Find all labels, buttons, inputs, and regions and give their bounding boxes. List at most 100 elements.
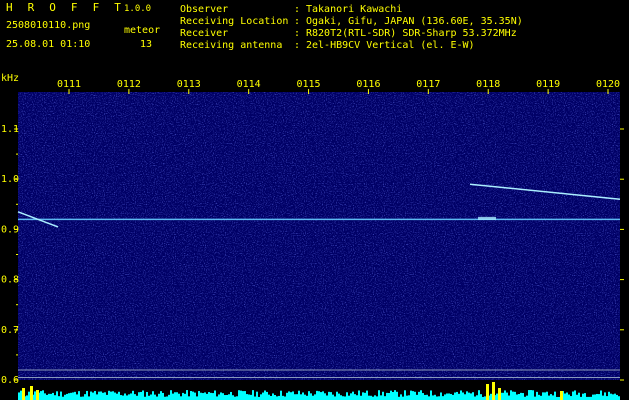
level-bar [546,391,548,400]
level-bar [240,390,242,400]
level-bar [160,391,162,400]
level-bar [210,392,212,400]
antenna-value: 2el-HB9CV Vertical (el. E-W) [306,40,475,51]
location-key: Receiving Location [180,16,289,27]
level-bar [462,392,464,400]
level-bar [34,391,36,400]
spectrogram-chart: 0111 0112 0113 0114 0115 0116 0117 0118 0119 0120… [1,79,624,400]
level-bar [440,392,442,400]
level-bar [148,395,150,400]
level-bar [112,391,114,400]
level-bar [212,393,214,400]
level-bar [606,396,608,400]
level-bar [94,391,96,400]
x-tick-label-5: 0116 [356,79,380,90]
level-bar [302,392,304,400]
level-peak-3 [486,384,489,400]
level-bar [418,391,420,400]
level-bar [422,393,424,400]
level-bar [426,394,428,400]
level-bar [238,390,240,400]
level-bar [50,393,52,400]
level-bar [448,393,450,400]
level-bar [472,392,474,400]
level-bar [554,391,556,400]
level-bar [214,390,216,400]
level-bar [374,395,376,400]
level-bar [278,395,280,400]
level-bar [244,391,246,400]
level-bar [184,393,186,400]
x-tick-label-7: 0118 [476,79,500,90]
level-bar [452,394,454,400]
level-bar [602,395,604,400]
level-bar [150,394,152,400]
level-bar [330,392,332,400]
level-bar [72,392,74,400]
level-bar [400,394,402,400]
level-bar [584,393,586,400]
level-bar [396,391,398,400]
level-bar [200,392,202,400]
level-bar [92,392,94,400]
level-bar [428,396,430,400]
level-bar [236,396,238,400]
level-bar [320,392,322,400]
level-bar [114,392,116,400]
level-bar [460,390,462,400]
level-bar [66,393,68,400]
level-bar [18,392,20,400]
level-peak-2 [36,390,39,400]
level-bar [232,395,234,400]
level-bar [242,391,244,400]
level-bar [548,395,550,400]
level-bar [168,394,170,400]
level-bar [102,392,104,400]
x-axis: 0111 0112 0113 0114 0115 0116 0117 0118 0119 0120 [57,79,620,94]
receiver-value: R820T2(RTL-SDR) SDR-Sharp 53.372MHz [306,28,517,39]
level-bar [522,393,524,400]
level-bar [468,392,470,400]
spectrogram-noise [18,92,620,380]
level-bar [394,390,396,400]
level-bar [176,392,178,400]
level-bar [40,391,42,400]
level-bar [474,396,476,400]
level-bar [518,394,520,400]
level-bar [544,392,546,400]
level-bar [410,390,412,400]
level-bar [356,395,358,400]
level-bar [484,396,486,400]
level-bar [26,395,28,400]
level-bar [578,392,580,400]
meteor-count: 13 [140,39,153,50]
level-bar [336,391,338,400]
level-bar [414,391,416,400]
level-bar [264,390,266,400]
observer-colon: : [294,4,301,15]
level-bar [56,391,58,400]
level-bar [44,393,46,400]
header-panel: H R O F F T 1.0.0 2508010110.png 25.08.0… [0,0,629,72]
level-bar [574,390,576,400]
level-bar [116,393,118,400]
level-bar [182,392,184,400]
level-bar [380,395,382,400]
level-bar [442,396,444,400]
level-bar [466,391,468,400]
level-bar [366,390,368,400]
level-bar [458,393,460,400]
level-bar [78,391,80,400]
level-bar [324,393,326,400]
level-bar [194,392,196,400]
level-bar [204,392,206,400]
app-title: H R O F F T [6,1,126,14]
level-bar [254,396,256,400]
level-bar [384,396,386,400]
meteor-label: meteor [124,25,161,36]
level-bar [504,390,506,400]
level-bar [110,391,112,400]
level-bar [120,395,122,400]
capture-timestamp: 25.08.01 01:10 [6,39,91,50]
level-bar [58,396,60,400]
